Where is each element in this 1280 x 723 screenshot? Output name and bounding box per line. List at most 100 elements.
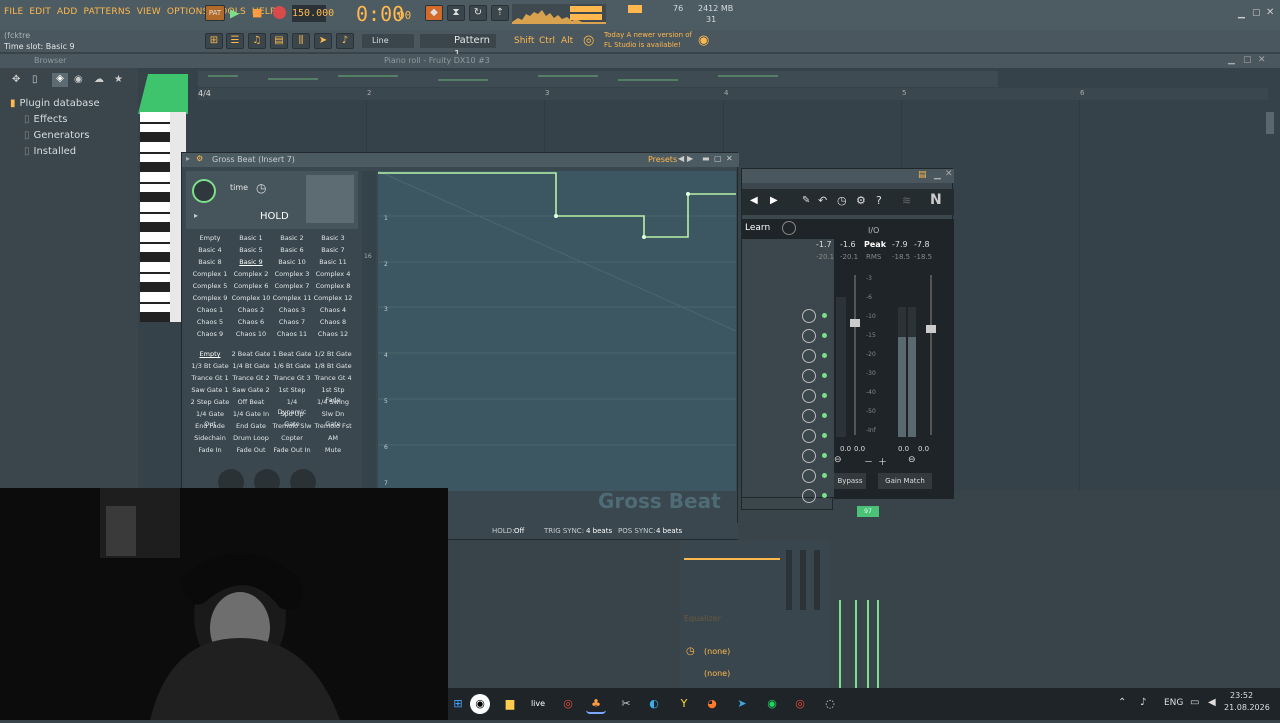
browser-item-installed[interactable]: ▯ Installed: [24, 146, 76, 157]
time-preset[interactable]: Complex 8: [313, 281, 353, 291]
pianoroll-icon[interactable]: ♫: [248, 33, 266, 49]
volume-icon[interactable]: ◀: [1208, 697, 1216, 708]
plugin-picker-icon[interactable]: ♪: [336, 33, 354, 49]
time-preset[interactable]: Basic 1: [231, 233, 271, 243]
settings-icon[interactable]: ⚙: [856, 194, 866, 207]
chrome-icon-2[interactable]: ◎: [790, 694, 810, 714]
view-icon[interactable]: ◈: [52, 73, 68, 87]
insert-knob[interactable]: [802, 389, 816, 403]
preset-next-icon[interactable]: ▶: [687, 154, 693, 163]
time-preset[interactable]: Empty: [190, 233, 230, 243]
volume-preset[interactable]: Sidechain: [190, 433, 230, 443]
piano-keys[interactable]: [140, 112, 170, 322]
insert-led[interactable]: [822, 313, 827, 318]
time-preset[interactable]: Complex 2: [231, 269, 271, 279]
time-preset[interactable]: Basic 2: [272, 233, 312, 243]
browser-icon[interactable]: ➤: [314, 33, 332, 49]
menu-options[interactable]: OPTIONS: [167, 7, 209, 17]
pr-maximize-icon[interactable]: ▢: [1243, 55, 1252, 65]
gb-maximize-icon[interactable]: ▢: [714, 154, 722, 163]
volume-preset[interactable]: Fade Out In: [272, 445, 312, 455]
insert-knob[interactable]: [802, 369, 816, 383]
mic-icon[interactable]: ♪: [1140, 697, 1146, 708]
volume-preset[interactable]: Copter: [272, 433, 312, 443]
gb-arrow-icon[interactable]: ▸: [194, 211, 198, 220]
meter-minimize-icon[interactable]: ▁: [934, 170, 941, 180]
ctrl-key[interactable]: Ctrl: [539, 36, 555, 46]
volume-preset[interactable]: Tremolo Fst: [313, 421, 353, 431]
volume-preset[interactable]: Saw Gate 1: [190, 385, 230, 395]
slot-2[interactable]: (none): [704, 669, 730, 678]
channel-rack-icon[interactable]: ▤: [270, 33, 288, 49]
chrome-icon[interactable]: ◎: [558, 694, 578, 714]
time-toggle-icon[interactable]: ◷: [256, 181, 266, 195]
hold-select[interactable]: Off: [514, 527, 524, 535]
fader-1[interactable]: [786, 550, 792, 610]
browser-item-generators[interactable]: ▯ Generators: [24, 130, 90, 141]
time-preset[interactable]: Chaos 2: [231, 305, 271, 315]
app-icon-y[interactable]: Y: [674, 694, 694, 714]
volume-preset[interactable]: Trance Gt 2: [231, 373, 271, 383]
time-preset[interactable]: Basic 6: [272, 245, 312, 255]
volume-preset[interactable]: 1/4 Gate Out: [190, 409, 230, 428]
time-preset[interactable]: Chaos 8: [313, 317, 353, 327]
pattern-song-toggle[interactable]: PAT: [205, 5, 225, 21]
star-icon[interactable]: ★: [114, 74, 123, 85]
history-icon[interactable]: ◷: [837, 194, 847, 207]
news-line1[interactable]: Today A newer version of: [604, 31, 692, 39]
pos-select[interactable]: 4 beats: [656, 527, 682, 535]
presets-button[interactable]: Presets: [648, 155, 677, 164]
volume-preset[interactable]: End Gate: [231, 421, 271, 431]
snap-select[interactable]: Line: [362, 34, 414, 48]
telegram-icon[interactable]: ➤: [732, 694, 752, 714]
shift-key[interactable]: Shift: [514, 36, 534, 46]
next-icon[interactable]: ▶: [770, 195, 778, 206]
time-preset[interactable]: Basic 4: [190, 245, 230, 255]
time-mix-knob[interactable]: [192, 179, 216, 203]
snip-icon[interactable]: ✂: [616, 694, 636, 714]
insert-led[interactable]: [822, 493, 827, 498]
plus-icon[interactable]: ＋: [878, 455, 887, 468]
browser-item-plugin-database[interactable]: ▮ Plugin database: [10, 98, 100, 109]
insert-led[interactable]: [822, 393, 827, 398]
time-preset[interactable]: Complex 9: [190, 293, 230, 303]
volume-preset[interactable]: 1/4 Swing: [313, 397, 353, 407]
time-preset[interactable]: Chaos 3: [272, 305, 312, 315]
time-preset[interactable]: Basic 10: [272, 257, 312, 267]
slot-1[interactable]: (none): [704, 647, 730, 656]
insert-knob[interactable]: [802, 329, 816, 343]
pattern-select[interactable]: Pattern 1: [420, 34, 496, 60]
time-preset[interactable]: Chaos 1: [190, 305, 230, 315]
countdown-icon[interactable]: ↻: [469, 5, 487, 21]
metronome-icon[interactable]: ◆: [425, 5, 443, 21]
link-in-icon[interactable]: ⊖: [834, 455, 842, 465]
time-preset[interactable]: Basic 7: [313, 245, 353, 255]
tempo-display[interactable]: 150.000: [292, 5, 334, 22]
volume-preset[interactable]: 1/6 Bt Gate: [272, 361, 312, 371]
vertical-scrollbar[interactable]: [1266, 112, 1274, 134]
gb-gear-icon[interactable]: ⚙: [196, 154, 203, 163]
volume-preset[interactable]: Trance Gt 3: [272, 373, 312, 383]
browser-item-effects[interactable]: ▯ Effects: [24, 114, 68, 125]
pr-minimize-icon[interactable]: ▁: [1228, 55, 1235, 65]
app-icon-live[interactable]: live: [528, 694, 548, 714]
menu-file[interactable]: FILE: [4, 7, 23, 17]
maximize-icon[interactable]: ▢: [1252, 8, 1261, 18]
volume-preset[interactable]: Mute: [313, 445, 353, 455]
pattern-preview[interactable]: [138, 74, 188, 114]
wait-icon[interactable]: ⧗: [447, 5, 465, 21]
time-preset[interactable]: Chaos 6: [231, 317, 271, 327]
time-preset[interactable]: Complex 7: [272, 281, 312, 291]
volume-preset[interactable]: Trance Gt 1: [190, 373, 230, 383]
time-preset[interactable]: Basic 11: [313, 257, 353, 267]
volume-preset[interactable]: 1/3 Bt Gate: [190, 361, 230, 371]
start-icon[interactable]: ⊞: [448, 694, 468, 714]
trig-select[interactable]: 4 beats: [586, 527, 612, 535]
insert-knob[interactable]: [802, 349, 816, 363]
gb-minimize-icon[interactable]: ▬: [702, 154, 710, 163]
envelope-graph[interactable]: [378, 171, 736, 491]
menu-edit[interactable]: EDIT: [29, 7, 51, 17]
volume-preset[interactable]: Trance Gt 4: [313, 373, 353, 383]
undo-icon[interactable]: ↶: [818, 194, 827, 207]
volume-preset[interactable]: Tremolo Slw: [272, 421, 312, 431]
